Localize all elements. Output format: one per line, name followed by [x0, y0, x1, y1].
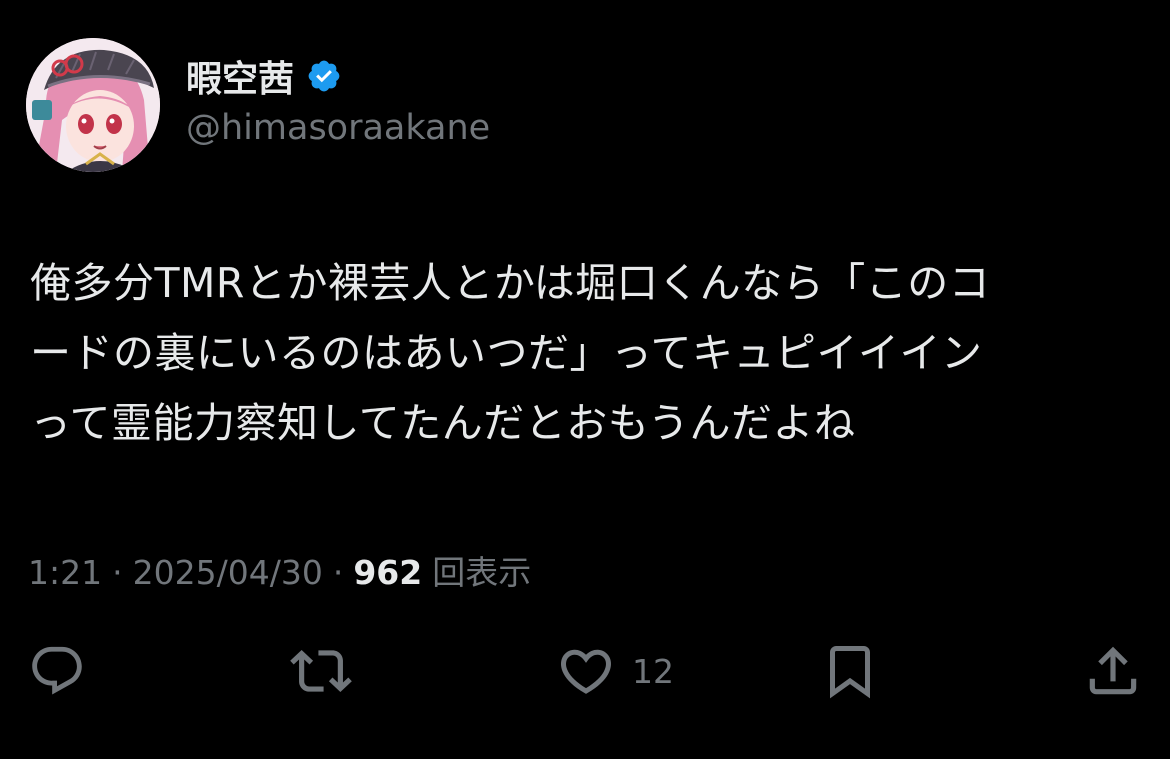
- tweet-text-line: ードの裏にいるのはあいつだ」ってキュピイイイン: [30, 329, 983, 377]
- verified-badge-icon[interactable]: [306, 58, 342, 94]
- tweet-time[interactable]: 1:21: [28, 553, 102, 592]
- reply-button[interactable]: [28, 636, 86, 706]
- display-name[interactable]: 暇空茜: [186, 50, 294, 102]
- bookmark-icon: [830, 646, 870, 699]
- heart-icon: [560, 649, 612, 694]
- action-bar: 12: [0, 636, 1170, 706]
- like-count: 12: [632, 651, 674, 691]
- user-handle[interactable]: @himasoraakane: [186, 108, 490, 148]
- share-button[interactable]: [1082, 636, 1144, 706]
- tweet-text-line: って霊能力察知してたんだとおもうんだよね: [30, 399, 856, 447]
- tweet-text: 俺多分TMRとか裸芸人とかは堀口くんなら「このコ ードの裏にいるのはあいつだ」っ…: [30, 248, 1140, 458]
- tweet: 暇空茜 @himasoraakane 俺多分TMRとか裸芸人とかは堀口くんなら「…: [0, 0, 1170, 759]
- share-icon: [1089, 646, 1137, 695]
- views-label[interactable]: 回表示: [432, 546, 531, 594]
- tweet-text-line: 俺多分TMRとか裸芸人とかは堀口くんなら「このコ: [30, 259, 991, 307]
- retweet-icon: [290, 650, 352, 692]
- name-row: 暇空茜: [186, 52, 342, 100]
- meta-separator: ·: [332, 553, 344, 592]
- like-button[interactable]: 12: [556, 636, 674, 706]
- anime-avatar-icon: [26, 38, 160, 172]
- tweet-metadata: 1:21 · 2025/04/30 · 962 回表示: [28, 546, 531, 594]
- avatar[interactable]: [26, 38, 160, 172]
- views-count[interactable]: 962: [353, 553, 422, 592]
- bookmark-button[interactable]: [820, 636, 880, 706]
- tweet-date[interactable]: 2025/04/30: [133, 553, 323, 592]
- meta-separator: ·: [112, 553, 123, 592]
- retweet-button[interactable]: [290, 636, 352, 706]
- reply-icon: [32, 646, 82, 695]
